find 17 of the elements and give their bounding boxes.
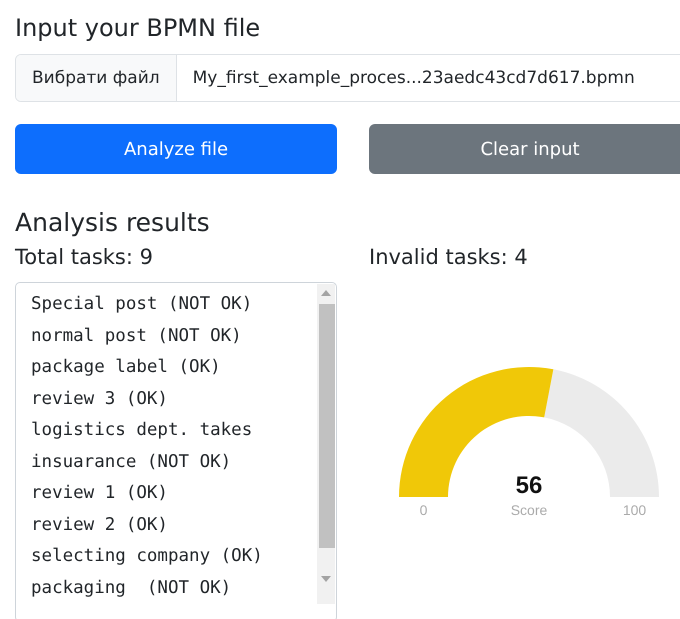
scroll-down-icon[interactable] [321,576,331,582]
gauge-value: 56 [516,472,542,499]
total-tasks: Total tasks: 9 [15,244,154,271]
task-list-field[interactable]: Special post (NOT OK) normal post (NOT OK) package label (OK) review 3 (OK) logistics dept. takes insuarance (NOT OK) review 1 (OK) review 2 (OK) selecting company (OK) packaging (NOT OK) [15,282,337,619]
gauge-max: 100 [622,502,646,518]
page-title: Input your BPMN file [15,13,262,44]
scroll-up-icon[interactable] [321,290,331,296]
file-input[interactable]: Вибрати файл My_first_example_proces...23aedc43cd7d617.bpmn [15,54,680,102]
gauge-min: 0 [420,502,428,518]
clear-button[interactable]: Clear input [369,124,680,174]
file-name: My_first_example_proces...23aedc43cd7d617.bpmn [192,67,636,90]
analyze-button[interactable]: Analyze file [15,124,337,174]
gauge-label: Score [510,502,548,518]
choose-file-button[interactable]: Вибрати файл [16,55,177,101]
section-heading: Analysis results [15,208,211,238]
scrollbar[interactable] [317,284,335,604]
invalid-tasks: Invalid tasks: 4 [369,244,529,271]
